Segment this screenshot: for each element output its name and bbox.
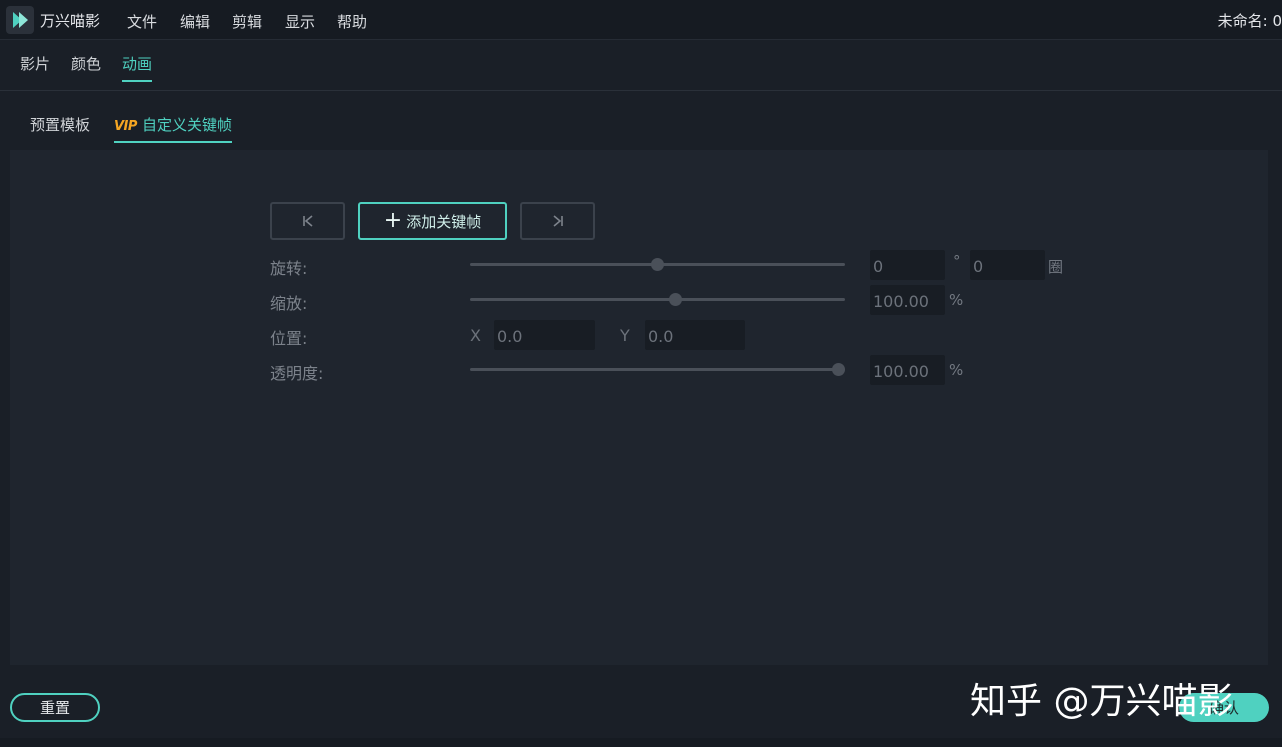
- vip-badge: VIP: [114, 119, 137, 134]
- tab-preset-templates[interactable]: 预置模板: [30, 114, 90, 141]
- menu-file[interactable]: 文件: [127, 11, 157, 32]
- opacity-slider-track[interactable]: [470, 368, 845, 371]
- document-title: 未命名: 0: [1217, 12, 1282, 30]
- opacity-input[interactable]: 100.00: [870, 355, 945, 385]
- scale-slider-handle[interactable]: [669, 293, 683, 306]
- position-y-label: Y: [620, 326, 630, 345]
- add-keyframe-label: 添加关键帧: [406, 212, 482, 231]
- scale-label: 缩放:: [270, 294, 308, 313]
- opacity-slider-handle[interactable]: [832, 363, 845, 376]
- watermark: 知乎 @万兴喵影: [970, 681, 1234, 722]
- opacity-unit: %: [949, 361, 964, 379]
- rotate-slider-handle[interactable]: [651, 258, 664, 271]
- position-label: 位置:: [270, 329, 308, 348]
- scale-slider-track[interactable]: [470, 298, 845, 301]
- position-x-label: X: [470, 326, 481, 345]
- turns-unit: 圈: [1048, 258, 1064, 276]
- menu-help[interactable]: 帮助: [337, 11, 367, 32]
- bottom-strip: [0, 738, 1282, 747]
- opacity-label: 透明度:: [270, 364, 324, 383]
- prev-keyframe-icon: [302, 215, 313, 227]
- keyframe-panel: [10, 150, 1268, 665]
- position-y-input[interactable]: 0.0: [645, 320, 745, 350]
- top-tab-bar: 影片 颜色 动画: [0, 40, 1282, 91]
- prev-keyframe-button[interactable]: [270, 202, 345, 240]
- reset-button[interactable]: 重置: [10, 693, 100, 722]
- plus-icon: +: [383, 208, 403, 233]
- position-x-input[interactable]: 0.0: [494, 320, 595, 350]
- menu-clip[interactable]: 剪辑: [232, 11, 262, 32]
- rotate-turns-input[interactable]: 0: [970, 250, 1045, 280]
- app-logo: [6, 6, 34, 34]
- menu-edit[interactable]: 编辑: [180, 11, 210, 32]
- tab-video[interactable]: 影片: [20, 53, 50, 80]
- next-keyframe-icon: [552, 215, 563, 227]
- app-name: 万兴喵影: [40, 12, 101, 30]
- tab-custom-keyframes[interactable]: VIP 自定义关键帧: [114, 114, 232, 143]
- rotate-degrees-input[interactable]: 0: [870, 250, 945, 280]
- tab-animation[interactable]: 动画: [122, 53, 153, 82]
- rotate-label: 旋转:: [270, 259, 308, 278]
- next-keyframe-button[interactable]: [520, 202, 595, 240]
- app-logo-icon: [13, 12, 28, 28]
- menu-view[interactable]: 显示: [285, 11, 315, 32]
- scale-input[interactable]: 100.00: [870, 285, 945, 315]
- degree-unit: °: [953, 252, 961, 270]
- tab-custom-keyframes-label: 自定义关键帧: [141, 116, 232, 134]
- add-keyframe-button[interactable]: + 添加关键帧: [358, 202, 507, 240]
- scale-unit: %: [949, 291, 964, 309]
- menu-bar: 万兴喵影 文件 编辑 剪辑 显示 帮助 未命名: 0: [0, 0, 1282, 40]
- tab-color[interactable]: 颜色: [71, 53, 101, 80]
